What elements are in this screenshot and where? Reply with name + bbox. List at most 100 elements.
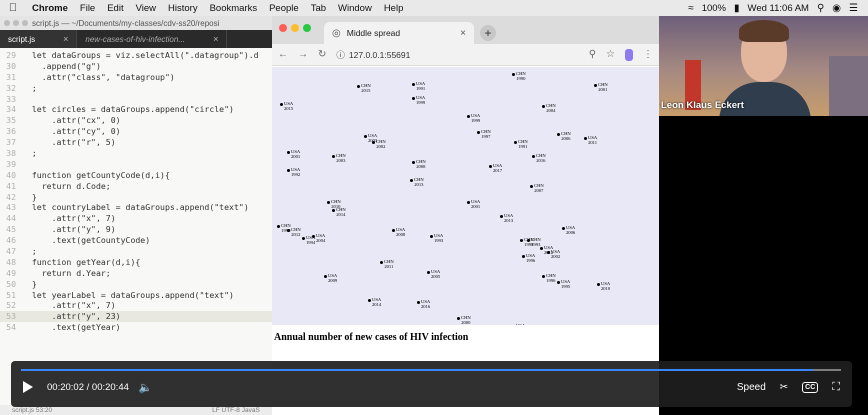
spotlight-icon[interactable]: ⚲ <box>817 3 824 14</box>
data-point: USA 1999 <box>412 95 425 105</box>
code-line[interactable]: 35 .attr("cx", 0) <box>0 115 272 126</box>
scissors-icon[interactable]: ✂ <box>780 382 788 393</box>
editor-tab-script[interactable]: script.js × <box>0 30 78 48</box>
speed-button[interactable]: Speed <box>737 382 766 393</box>
data-point-dot <box>280 103 283 106</box>
year-label: 2005 <box>431 274 441 279</box>
closed-captions-button[interactable]: CC <box>802 381 819 393</box>
menu-file[interactable]: File <box>74 3 101 14</box>
menu-window[interactable]: Window <box>332 3 378 14</box>
data-point-dot <box>327 201 330 204</box>
menu-history[interactable]: History <box>162 3 204 14</box>
data-point-label: CHN 2006 <box>561 131 571 141</box>
menu-chrome[interactable]: Chrome <box>26 3 74 14</box>
bookmark-star-icon[interactable]: ☆ <box>606 49 615 60</box>
code-line[interactable]: 51 let yearLabel = dataGroups.append("te… <box>0 290 272 301</box>
code-line[interactable]: 34 let circles = dataGroups.append("circ… <box>0 104 272 115</box>
code-line[interactable]: 32 ; <box>0 83 272 94</box>
data-point-label: CHN 2013 <box>414 177 424 187</box>
menu-help[interactable]: Help <box>378 3 410 14</box>
menu-people[interactable]: People <box>263 3 305 14</box>
code-line[interactable]: 37 .attr("r", 5) <box>0 137 272 148</box>
data-point-label: USA 2011 <box>588 135 597 145</box>
editor-tab-data[interactable]: new-cases-of-hiv-infection... × <box>77 30 228 48</box>
year-label: 1993 <box>434 238 444 243</box>
editor-window-controls[interactable] <box>4 20 28 26</box>
code-area[interactable]: 29 let dataGroups = viz.selectAll(".data… <box>0 50 272 333</box>
line-number: 50 <box>6 278 16 289</box>
reload-icon[interactable]: ↻ <box>318 49 326 60</box>
data-point-dot <box>540 247 543 250</box>
siri-icon[interactable]: ◉ <box>832 3 841 14</box>
progress-bar[interactable] <box>21 369 841 371</box>
code-line[interactable]: 54 .text(getYear) <box>0 322 272 333</box>
volume-icon[interactable]: 🔈 <box>139 381 153 394</box>
data-point-dot <box>410 179 413 182</box>
menu-bookmarks[interactable]: Bookmarks <box>204 3 264 14</box>
forward-icon[interactable]: → <box>298 49 308 60</box>
battery-icon[interactable]: ▮ <box>734 3 740 14</box>
data-point-label: USA 1993 <box>434 233 443 243</box>
data-point: USA 2008 <box>392 227 405 237</box>
zoom-window-button[interactable] <box>303 24 311 32</box>
fullscreen-icon[interactable]: ⛶ <box>832 381 840 394</box>
data-point: USA 1995 <box>557 279 570 289</box>
minimize-window-button[interactable] <box>291 24 299 32</box>
zoom-search-icon[interactable]: ⚲ <box>589 49 596 60</box>
menu-view[interactable]: View <box>130 3 162 14</box>
menu-edit[interactable]: Edit <box>101 3 129 14</box>
address-bar[interactable]: ⓘ 127.0.0.1:55691 <box>336 49 578 61</box>
data-point-dot <box>412 161 415 164</box>
year-label: 2004 <box>546 108 556 113</box>
clock[interactable]: Wed 11:06 AM <box>748 3 809 14</box>
data-point-dot <box>412 83 415 86</box>
data-point-label: CHN 1998 <box>524 237 534 247</box>
code-line[interactable]: 43 let countryLabel = dataGroups.append(… <box>0 202 272 213</box>
data-point-dot <box>467 115 470 118</box>
code-line[interactable]: 53 .attr("y", 23) <box>0 311 272 323</box>
code-line[interactable]: 39 <box>0 159 272 170</box>
menu-tab[interactable]: Tab <box>305 3 332 14</box>
code-line[interactable]: 38 ; <box>0 148 272 159</box>
code-line[interactable]: 48 function getYear(d,i){ <box>0 257 272 268</box>
data-point: CHN 2008 <box>412 159 426 169</box>
code-line[interactable]: 33 <box>0 94 272 105</box>
close-tab-icon[interactable]: × <box>460 28 466 39</box>
browser-tab-middle-spread[interactable]: ◎ Middle spread × <box>324 22 474 44</box>
code-line[interactable]: 40 function getCountyCode(d,i){ <box>0 170 272 181</box>
data-point: CHN 1997 <box>477 129 491 139</box>
code-line[interactable]: 50 } <box>0 279 272 290</box>
close-icon[interactable]: × <box>63 34 68 44</box>
extension-icon[interactable] <box>625 48 633 61</box>
close-icon[interactable]: × <box>213 34 218 44</box>
code-text: .attr("y", 9) <box>22 224 116 235</box>
new-tab-button[interactable]: + <box>480 25 496 41</box>
code-line[interactable]: 29 let dataGroups = viz.selectAll(".data… <box>0 50 272 61</box>
code-line[interactable]: 44 .attr("x", 7) <box>0 213 272 224</box>
code-line[interactable]: 30 .append("g") <box>0 61 272 72</box>
play-icon[interactable] <box>23 381 33 393</box>
code-line[interactable]: 49 return d.Year; <box>0 268 272 279</box>
close-window-button[interactable] <box>279 24 287 32</box>
line-number: 35 <box>6 115 16 126</box>
back-icon[interactable]: ← <box>278 49 288 60</box>
notification-center-icon[interactable]: ☰ <box>849 3 858 14</box>
code-line[interactable]: 36 .attr("cy", 0) <box>0 126 272 137</box>
wifi-icon[interactable]: ≈ <box>688 3 694 14</box>
data-point-label: USA 1996 <box>526 253 535 263</box>
code-line[interactable]: 42 } <box>0 192 272 203</box>
data-point-label: USA 2004 <box>316 233 325 243</box>
year-label: 2014 <box>372 302 382 307</box>
code-line[interactable]: 45 .attr("y", 9) <box>0 224 272 235</box>
data-point-dot <box>542 105 545 108</box>
code-line[interactable]: 41 return d.Code; <box>0 181 272 192</box>
apple-menu-icon[interactable]:  <box>0 2 26 14</box>
code-line[interactable]: 46 .text(getCountyCode) <box>0 235 272 246</box>
code-line[interactable]: 31 .attr("class", "datagroup") <box>0 72 272 83</box>
info-icon[interactable]: ⓘ <box>336 49 345 61</box>
data-point-dot <box>392 229 395 232</box>
more-menu-icon[interactable]: ⋮ <box>643 49 653 60</box>
code-line[interactable]: 47 ; <box>0 246 272 257</box>
code-line[interactable]: 52 .attr("x", 7) <box>0 300 272 311</box>
data-point-dot <box>532 155 535 158</box>
